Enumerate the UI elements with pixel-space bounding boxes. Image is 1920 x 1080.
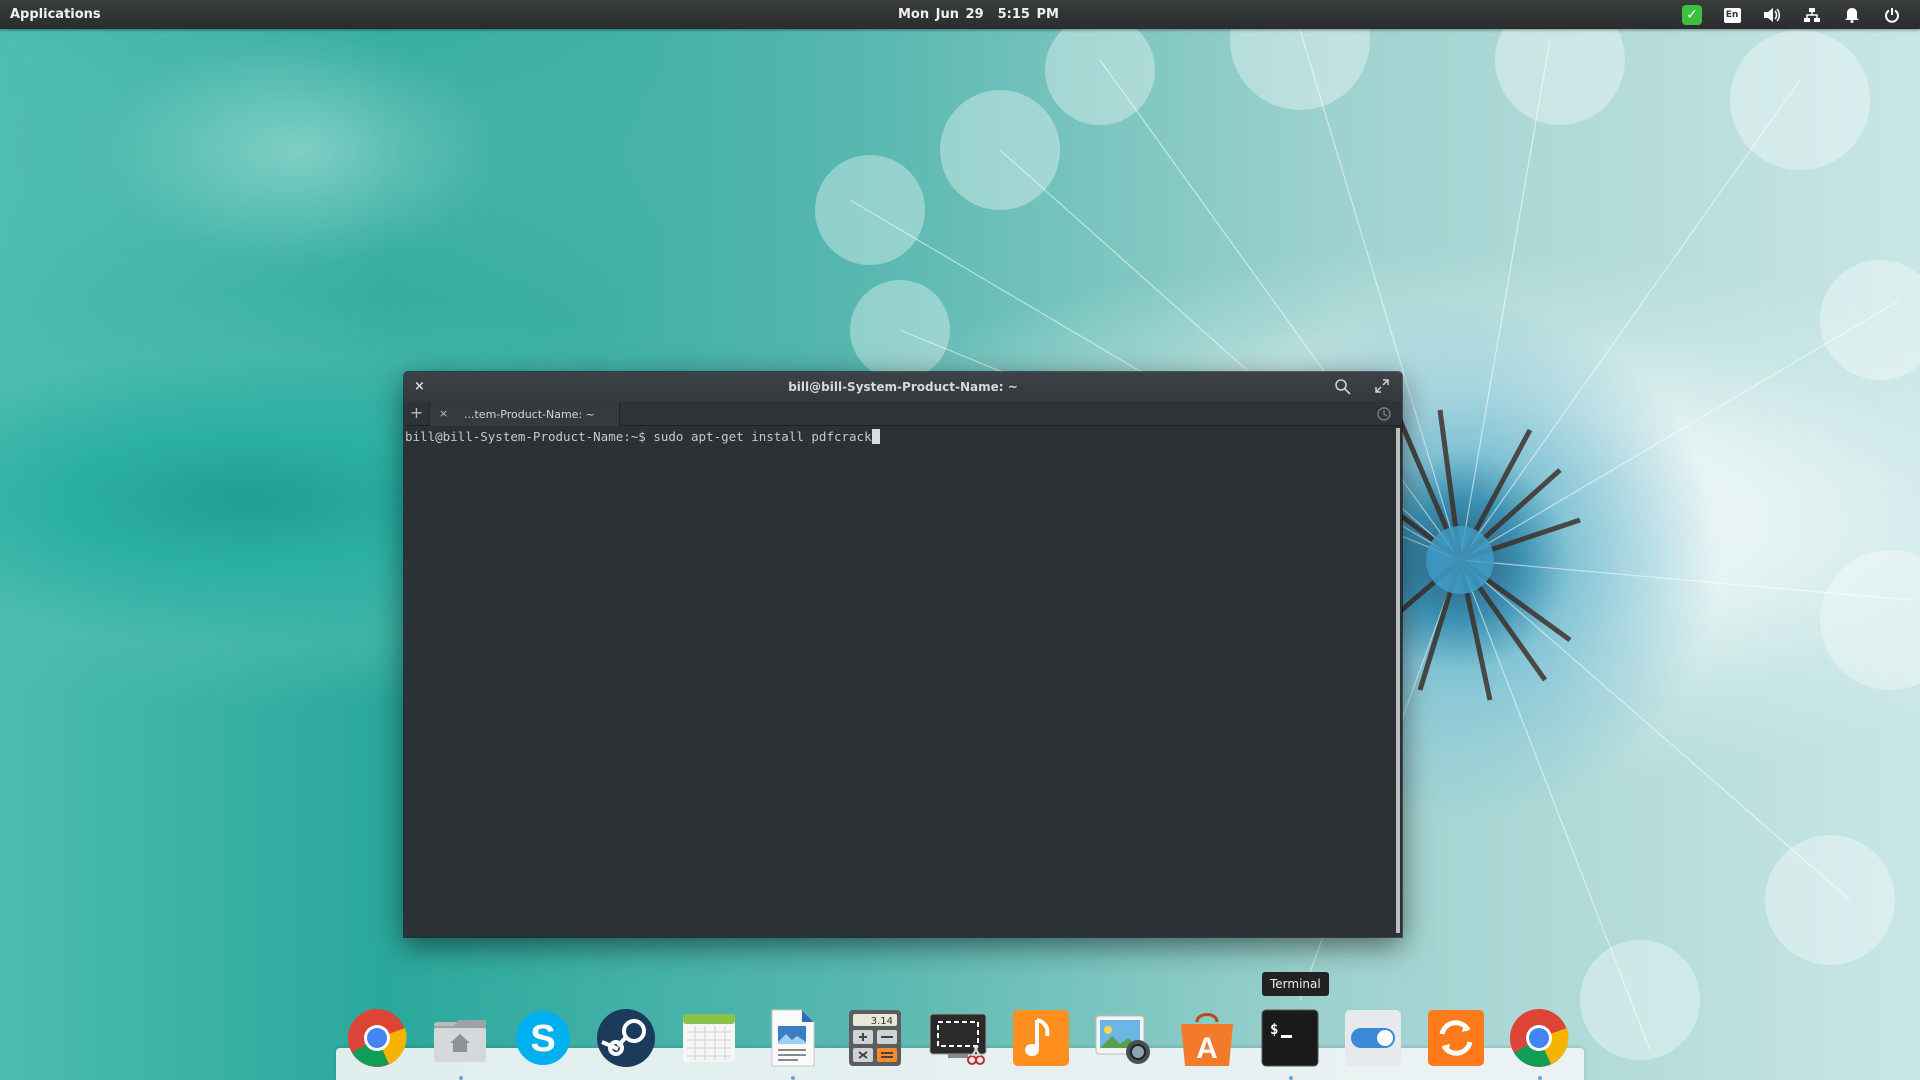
writer-document-icon [771, 1009, 815, 1067]
chrome-icon [348, 1009, 407, 1067]
dock-item-calendar[interactable] [677, 1006, 741, 1070]
svg-text:3.14: 3.14 [871, 1016, 893, 1027]
tab-close-button[interactable]: × [439, 407, 448, 420]
settings-toggle-icon [1345, 1010, 1401, 1066]
power-icon [1885, 8, 1899, 23]
terminal-window: × bill@bill-System-Product-Name: ~ + × .… [404, 372, 1402, 937]
indicator-area: ✓ En [1672, 4, 1912, 26]
notifications-indicator[interactable] [1832, 4, 1872, 26]
refresh-icon [1428, 1010, 1484, 1066]
terminal-prompt: bill@bill-System-Product-Name:~$ [405, 429, 654, 444]
running-indicator [1289, 1076, 1293, 1080]
dock-item-chrome-2[interactable] [1507, 1006, 1571, 1070]
chrome-icon [1510, 1009, 1569, 1067]
clock-time: 5:15 PM [997, 7, 1059, 22]
svg-text:A: A [1196, 1032, 1218, 1065]
folder-home-icon [434, 1020, 486, 1062]
maximize-icon[interactable] [1374, 378, 1390, 394]
dock-item-terminal[interactable]: $ [1258, 1006, 1322, 1070]
dock-item-photos[interactable] [1092, 1006, 1156, 1070]
calendar-icon [683, 1014, 735, 1062]
dock-item-steam[interactable] [594, 1006, 658, 1070]
search-icon[interactable] [1334, 378, 1352, 396]
dock-item-chrome[interactable] [345, 1006, 409, 1070]
dock-item-updater[interactable] [1424, 1006, 1488, 1070]
clock-date: Mon Jun 29 [898, 7, 984, 22]
window-title: bill@bill-System-Product-Name: ~ [788, 380, 1018, 394]
shopping-bag-icon: A [1181, 1013, 1233, 1066]
keyboard-layout-indicator[interactable]: En [1712, 4, 1752, 26]
terminal-icon: $ [1261, 1009, 1319, 1067]
window-titlebar[interactable]: × bill@bill-System-Product-Name: ~ [404, 372, 1402, 402]
sync-check-indicator[interactable]: ✓ [1672, 4, 1712, 26]
dock-item-skype[interactable]: S [511, 1006, 575, 1070]
tab-bar: + × ...tem-Product-Name: ~ [404, 402, 1402, 426]
terminal-output[interactable]: bill@bill-System-Product-Name:~$ sudo ap… [404, 427, 1394, 937]
network-icon [1804, 8, 1820, 22]
tab-terminal[interactable]: × ...tem-Product-Name: ~ [430, 402, 620, 426]
dock-item-libreoffice-writer[interactable] [760, 1006, 824, 1070]
text-cursor [871, 429, 880, 444]
terminal-line: bill@bill-System-Product-Name:~$ sudo ap… [405, 429, 1393, 444]
dock-item-music[interactable] [1009, 1006, 1073, 1070]
session-indicator[interactable] [1872, 4, 1912, 26]
screenshot-tool-icon [929, 1013, 987, 1065]
dock-item-calculator[interactable]: 3.14 [843, 1006, 907, 1070]
skype-icon: S [516, 1011, 570, 1065]
running-indicator [1538, 1076, 1542, 1080]
tab-label: ...tem-Product-Name: ~ [464, 408, 595, 421]
dock-tooltip: Terminal [1262, 972, 1329, 996]
top-panel: Applications Mon Jun 29 5:15 PM ✓ En [0, 0, 1920, 29]
dock-item-files[interactable] [428, 1006, 492, 1070]
dock-item-app-center[interactable]: A [1175, 1006, 1239, 1070]
bell-icon [1845, 8, 1859, 23]
history-icon[interactable] [1376, 406, 1392, 422]
check-icon: ✓ [1682, 5, 1702, 25]
terminal-scrollbar[interactable] [1396, 428, 1400, 933]
applications-menu-button[interactable]: Applications [10, 7, 101, 22]
network-indicator[interactable] [1792, 4, 1832, 26]
dock-item-switchboard[interactable] [1341, 1006, 1405, 1070]
dock-item-screenshot[interactable] [926, 1006, 990, 1070]
running-indicator [459, 1076, 463, 1080]
svg-text:S: S [530, 1018, 555, 1060]
calculator-icon: 3.14 [849, 1010, 901, 1066]
music-note-icon [1013, 1010, 1069, 1066]
steam-icon [597, 1009, 655, 1067]
photos-icon [1095, 1015, 1150, 1064]
keyboard-icon: En [1723, 7, 1741, 23]
new-tab-button[interactable]: + [404, 402, 430, 426]
volume-icon [1764, 8, 1780, 22]
volume-indicator[interactable] [1752, 4, 1792, 26]
running-indicator [791, 1076, 795, 1080]
svg-text:$: $ [1270, 1022, 1278, 1038]
terminal-command: sudo apt-get install pdfcrack [653, 429, 872, 444]
clock[interactable]: Mon Jun 29 5:15 PM [898, 7, 1073, 22]
